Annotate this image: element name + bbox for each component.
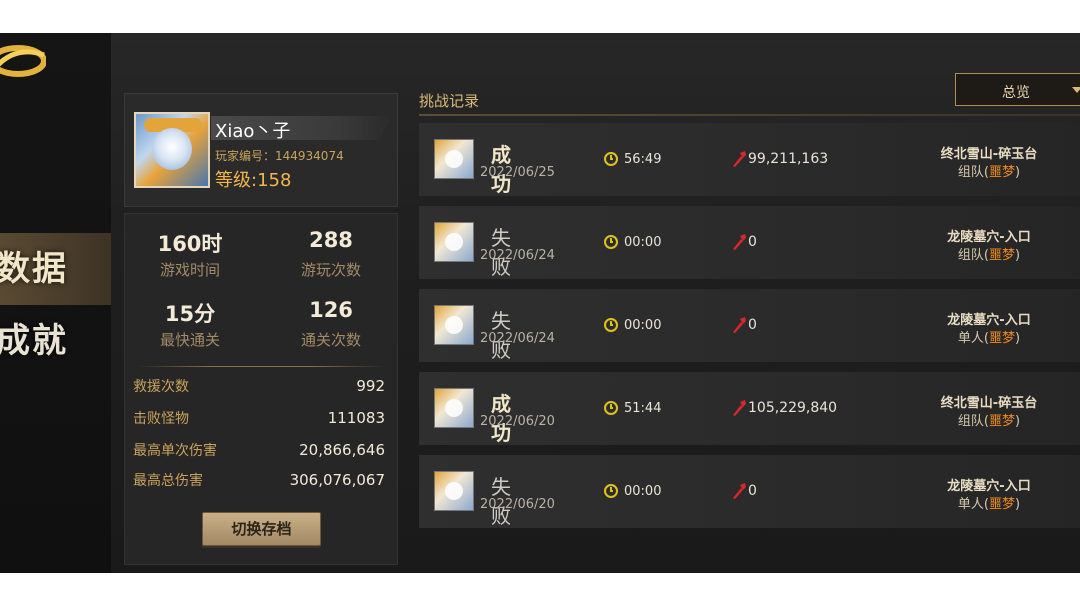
record-row[interactable]: 成功 2022/06/20 51:44 105,229,840 终北雪山-碎玉台 组队(噩…: [419, 372, 1080, 445]
game-screen: 数据 成就 Xiao丶子 玩家编号：144934074 等级:158 160时 …: [0, 33, 1080, 573]
stat-clear-count-value: 126: [309, 298, 353, 322]
record-row[interactable]: 成功 2022/06/25 56:49 99,211,163 终北雪山-碎玉台 组队(噩梦…: [419, 123, 1080, 196]
stat-row-label: 最高总伤害: [133, 473, 203, 489]
stage-thumbnail-icon: [434, 305, 474, 345]
record-difficulty: 噩梦: [989, 414, 1016, 429]
stage-thumbnail-icon: [434, 222, 474, 262]
avatar[interactable]: [134, 112, 210, 188]
record-mode: 单人: [957, 331, 984, 346]
nav-tab-data-label: 数据: [0, 249, 68, 289]
record-mode-line: 单人(噩梦): [957, 331, 1021, 346]
stage-thumbnail-icon: [434, 471, 474, 511]
thumbnail-detail: [445, 233, 463, 251]
stat-row-value: 111083: [327, 409, 385, 427]
record-mode: 组队: [957, 414, 984, 429]
clock-icon: [604, 235, 618, 249]
records-title: 挑战记录: [419, 92, 480, 110]
record-mode-line: 单人(噩梦): [957, 497, 1021, 512]
stat-play-count-value: 288: [309, 228, 353, 252]
stat-row-value: 20,866,646: [299, 441, 385, 459]
clock-icon: [604, 401, 618, 415]
stat-fastest-clear-value: 15分: [164, 302, 216, 326]
record-time: 00:00: [624, 235, 662, 250]
record-date: 2022/06/20: [480, 497, 555, 512]
stage-thumbnail-icon: [434, 139, 474, 179]
stat-row-value: 992: [356, 377, 385, 395]
clock-icon: [604, 484, 618, 498]
player-id: 玩家编号：144934074: [215, 149, 344, 163]
player-profile-card: Xiao丶子 玩家编号：144934074 等级:158: [124, 93, 398, 207]
player-stats-panel: 160时 游戏时间 288 游玩次数 15分 最快通关 126 通关次数 救援次…: [124, 213, 398, 565]
record-damage: 0: [748, 483, 757, 499]
record-difficulty: 噩梦: [989, 497, 1016, 512]
record-time: 00:00: [624, 318, 662, 333]
nav-tab-achievements[interactable]: 成就: [0, 305, 111, 377]
record-time: 56:49: [624, 152, 662, 167]
record-stage: 终北雪山-碎玉台: [940, 147, 1038, 162]
stat-play-count-caption: 游玩次数: [300, 261, 361, 279]
record-damage: 99,211,163: [748, 151, 829, 167]
avatar-face: [152, 128, 192, 170]
game-logo-icon: [0, 45, 46, 77]
switch-save-button[interactable]: 切换存档: [202, 512, 321, 546]
record-damage: 0: [748, 234, 757, 250]
record-difficulty: 噩梦: [989, 165, 1016, 180]
damage-icon: [733, 151, 746, 167]
record-row[interactable]: 失败 2022/06/20 00:00 0 龙陵墓穴-入口 单人(噩梦): [419, 455, 1080, 528]
left-nav-rail: 数据 成就: [0, 33, 111, 573]
record-damage: 105,229,840: [748, 400, 838, 416]
stat-fastest-clear-caption: 最快通关: [159, 331, 220, 349]
stats-divider: [137, 366, 385, 367]
stat-row-label: 救援次数: [133, 379, 189, 395]
damage-icon: [733, 400, 746, 416]
record-mode-line: 组队(噩梦): [957, 165, 1021, 180]
record-mode-line: 组队(噩梦): [957, 414, 1021, 429]
thumbnail-detail: [445, 482, 463, 500]
thumbnail-detail: [445, 316, 463, 334]
stat-row-value: 306,076,067: [289, 471, 385, 489]
damage-icon: [733, 234, 746, 250]
damage-icon: [733, 483, 746, 499]
record-stage: 龙陵墓穴-入口: [947, 479, 1031, 494]
stat-row-label: 击败怪物: [133, 411, 189, 427]
nav-tab-data[interactable]: 数据: [0, 233, 111, 305]
record-date: 2022/06/25: [480, 165, 555, 180]
record-row[interactable]: 失败 2022/06/24 00:00 0 龙陵墓穴-入口 单人(噩梦): [419, 289, 1080, 362]
record-date: 2022/06/24: [480, 331, 555, 346]
thumbnail-detail: [445, 399, 463, 417]
record-row[interactable]: 失败 2022/06/24 00:00 0 龙陵墓穴-入口 组队(噩梦): [419, 206, 1080, 279]
record-mode: 单人: [957, 497, 984, 512]
record-difficulty: 噩梦: [989, 248, 1016, 263]
record-date: 2022/06/20: [480, 414, 555, 429]
record-damage: 0: [748, 317, 757, 333]
stat-play-time-value: 160时: [157, 232, 223, 256]
record-time: 00:00: [624, 484, 662, 499]
record-time: 51:44: [624, 401, 662, 416]
thumbnail-detail: [445, 150, 463, 168]
record-stage: 终北雪山-碎玉台: [940, 396, 1038, 411]
records-title-underline: [419, 114, 1080, 116]
clock-icon: [604, 152, 618, 166]
record-stage: 龙陵墓穴-入口: [947, 230, 1031, 245]
stat-row-label: 最高单次伤害: [133, 443, 217, 459]
damage-icon: [733, 317, 746, 333]
records-filter-value: 总览: [1002, 85, 1030, 101]
stage-thumbnail-icon: [434, 388, 474, 428]
record-mode: 组队: [957, 248, 984, 263]
record-stage: 龙陵墓穴-入口: [947, 313, 1031, 328]
records-filter-dropdown[interactable]: 总览: [955, 73, 1080, 106]
stat-play-time-caption: 游戏时间: [159, 261, 220, 279]
player-name: Xiao丶子: [215, 121, 291, 142]
player-level: 等级:158: [215, 170, 292, 191]
clock-icon: [604, 318, 618, 332]
record-date: 2022/06/24: [480, 248, 555, 263]
stat-clear-count-caption: 通关次数: [300, 331, 361, 349]
record-difficulty: 噩梦: [989, 331, 1016, 346]
chevron-down-icon: [1072, 87, 1080, 93]
record-mode: 组队: [957, 165, 984, 180]
nav-tab-achievements-label: 成就: [0, 321, 68, 361]
record-mode-line: 组队(噩梦): [957, 248, 1021, 263]
